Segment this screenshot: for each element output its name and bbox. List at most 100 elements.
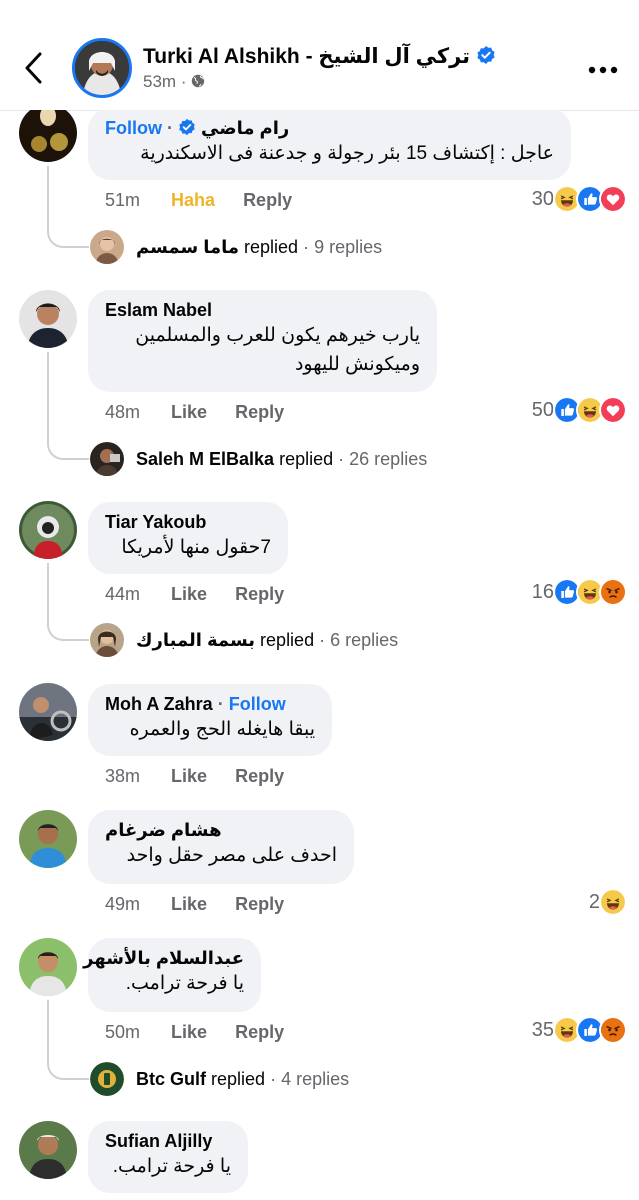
reply-button[interactable]: Reply [235,402,284,422]
reply-button[interactable]: Reply [235,894,284,914]
comment-actions: 50m Like Reply [105,1022,307,1043]
meta-dot: · [180,72,192,91]
replied-verb: replied [244,236,299,257]
follow-button[interactable]: Follow [229,694,286,714]
reply-sep: · [319,629,326,650]
like-button[interactable]: Like [171,1022,207,1042]
comment-actions: 44m Like Reply [105,584,307,605]
commenter-avatar[interactable] [19,938,77,996]
reaction-count: 50 [531,398,554,421]
comment-author-name[interactable]: عبدالسلام بالأشهر [83,948,244,969]
bottom-edge [0,1194,639,1200]
like-button[interactable]: Like [171,894,207,914]
reaction-summary[interactable]: 2 [589,888,627,916]
reply-sep: · [303,236,310,257]
thread-curve [47,617,89,641]
name-dot: · [217,694,224,714]
love-reaction-icon [599,185,627,213]
comment-author: Moh A Zahra · Follow [105,694,315,715]
commenter-avatar[interactable] [19,1121,77,1179]
reply-author: ماما سمسم [136,236,240,257]
reaction-count: 30 [531,187,554,210]
reaction-summary[interactable]: 16 [532,578,627,606]
comment-text: احدف على مصر حقل واحد [126,845,337,866]
like-button[interactable]: Like [171,584,207,604]
thread-line [47,1000,49,1056]
follow-button[interactable]: Follow [105,118,162,138]
back-arrow-icon[interactable] [22,50,46,86]
more-options-icon[interactable] [588,66,618,74]
reply-button[interactable]: Reply [235,1022,284,1042]
reply-count: 9 replies [314,236,383,257]
name-dot: · [167,118,174,138]
page-avatar[interactable] [72,38,132,98]
comment-author-name[interactable]: هشام ضرغام [105,820,337,841]
post-header: Turki Al Alshikh - تركي آل الشيخ 53m · [0,0,639,110]
angry-reaction-icon [599,1016,627,1044]
page-name-text: Turki Al Alshikh - تركي آل الشيخ [143,45,471,68]
angry-reaction-icon [599,578,627,606]
comment-time[interactable]: 51m [105,190,140,210]
comment-author-name[interactable]: Sufian Aljilly [105,1131,231,1152]
commenter-avatar[interactable] [19,683,77,741]
reply-avatar [90,623,124,657]
comment-author-name[interactable]: Eslam Nabel [105,300,420,321]
comment-author-name[interactable]: رام ماضي [201,118,289,138]
commenter-avatar[interactable] [19,810,77,868]
post-time: 53m [143,72,177,91]
like-button[interactable]: Like [171,766,207,786]
comment-bubble: Follow · رام ماضي عاجل : إكتشاف 15 بئر ر… [88,108,571,180]
haha-reaction-icon [599,888,627,916]
globe-icon [192,74,205,88]
comment-author-name[interactable]: Moh A Zahra [105,694,213,714]
commenter-avatar[interactable] [19,290,77,348]
reply-author: Btc Gulf [136,1068,206,1089]
verified-badge-icon [477,46,495,64]
view-replies-link[interactable]: بسمة المبارك replied · 6 replies [90,623,398,657]
view-replies-link[interactable]: Btc Gulf replied · 4 replies [90,1062,349,1096]
thread-curve [47,224,89,248]
reaction-summary[interactable]: 30 [531,185,627,213]
commenter-avatar[interactable] [19,501,77,559]
view-replies-link[interactable]: Saleh M ElBalka replied · 26 replies [90,442,427,476]
comment-author: Follow · رام ماضي [105,118,554,139]
comment-text: يا فرحة ترامب. [112,1156,231,1177]
comment-actions: 51m Haha Reply [105,190,315,211]
commenter-avatar[interactable] [19,104,77,162]
comment-time[interactable]: 38m [105,766,140,786]
reply-button[interactable]: Reply [235,584,284,604]
post-meta: 53m · [143,72,205,92]
thread-line [47,563,49,617]
reply-sep: · [338,448,345,469]
reply-count: 4 replies [281,1068,350,1089]
comment-author-name[interactable]: Tiar Yakoub [105,512,271,533]
reply-count: 6 replies [330,629,399,650]
like-button[interactable]: Like [171,402,207,422]
comment-time[interactable]: 50m [105,1022,140,1042]
comment-bubble: عبدالسلام بالأشهر يا فرحة ترامب. [83,938,261,1012]
view-replies-link[interactable]: ماما سمسم replied · 9 replies [90,230,382,264]
reply-button[interactable]: Reply [235,766,284,786]
love-reaction-icon [599,396,627,424]
page-name[interactable]: Turki Al Alshikh - تركي آل الشيخ [143,44,496,69]
comment-bubble: Sufian Aljilly يا فرحة ترامب. [88,1121,248,1193]
reply-button[interactable]: Reply [243,190,292,210]
comment-text: يا فرحة ترامب. [125,973,244,994]
comment-text-line: وميكونش لليهود [294,354,420,375]
comment-bubble: Tiar Yakoub 7حقول منها لأمريكا [88,502,288,574]
replied-verb: replied [279,448,334,469]
comment-bubble: هشام ضرغام احدف على مصر حقل واحد [88,810,354,884]
comment-time[interactable]: 49m [105,894,140,914]
reaction-button[interactable]: Haha [171,190,215,210]
comment-actions: 38m Like Reply [105,766,307,787]
reply-sep: · [270,1068,277,1089]
reaction-summary[interactable]: 35 [532,1016,627,1044]
reaction-summary[interactable]: 50 [531,396,627,424]
thread-line [47,352,49,436]
replied-verb: replied [260,629,315,650]
comment-time[interactable]: 48m [105,402,140,422]
reply-avatar [90,1062,124,1096]
comment-text: عاجل : إكتشاف 15 بئر رجولة و جدعنة فى ال… [140,143,554,164]
comment-bubble: Eslam Nabel يارب خيرهم يكون للعرب والمسل… [88,290,437,392]
comment-time[interactable]: 44m [105,584,140,604]
